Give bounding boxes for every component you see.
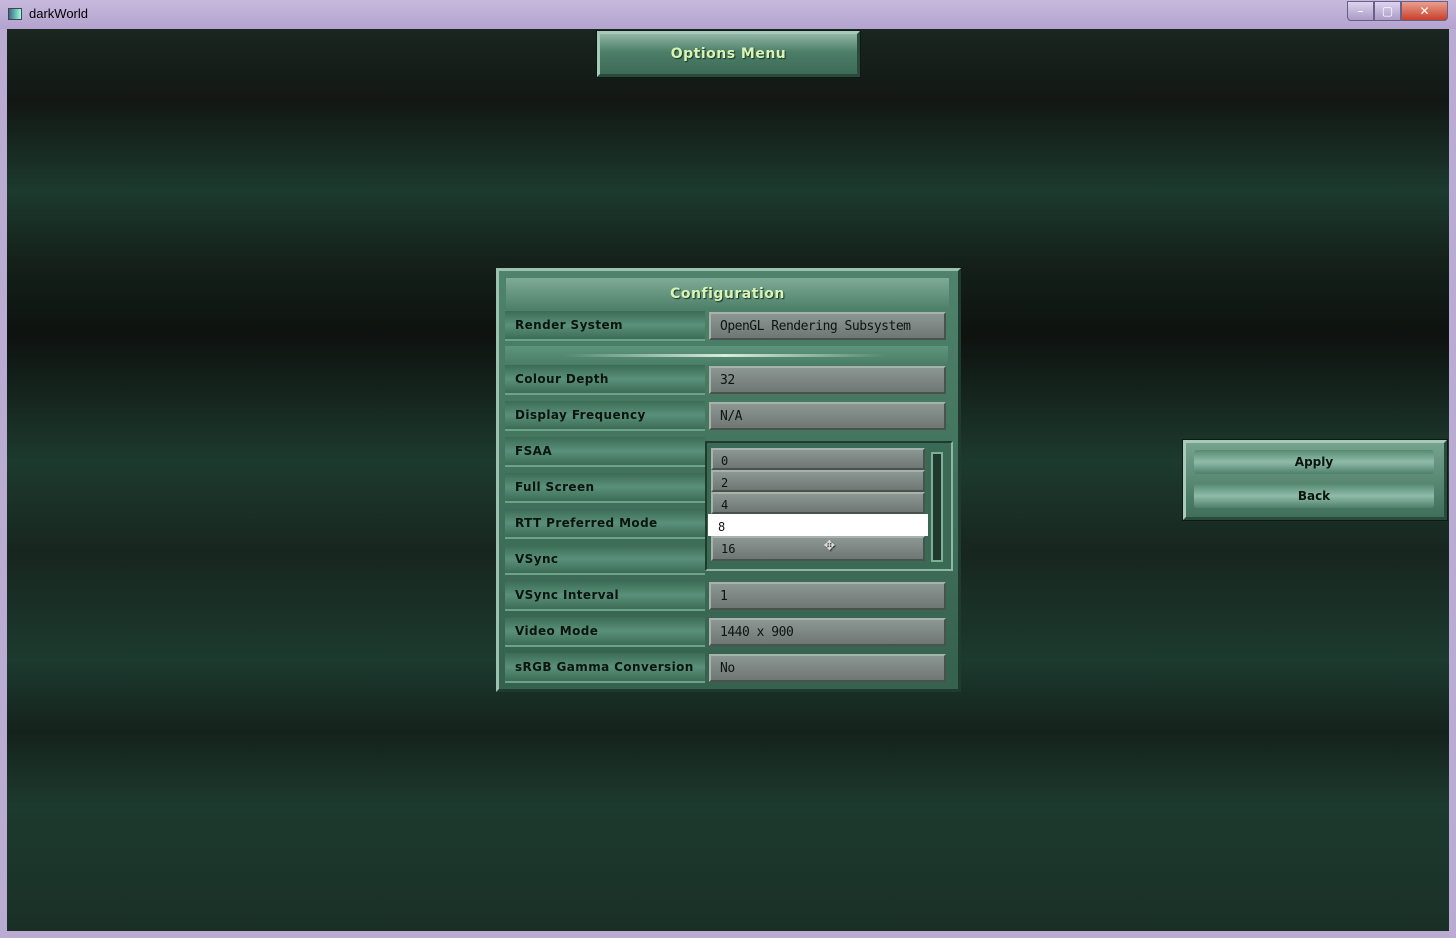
- colour-depth-label: Colour Depth: [505, 365, 705, 395]
- srgb-gamma-label: sRGB Gamma Conversion: [505, 653, 705, 683]
- fsaa-dropdown-list[interactable]: 0 2 4 8 16 ✥: [705, 441, 953, 571]
- separator: [505, 346, 948, 365]
- srgb-gamma-select[interactable]: No: [709, 654, 946, 682]
- action-button-panel: Apply Back: [1183, 440, 1447, 520]
- configuration-panel: Configuration Render System OpenGL Rende…: [496, 268, 961, 692]
- fsaa-option[interactable]: 4: [711, 492, 925, 514]
- full-screen-label: Full Screen: [505, 473, 705, 503]
- configuration-header: Configuration: [506, 278, 949, 310]
- separator-line: [565, 354, 885, 357]
- fsaa-option[interactable]: 2: [711, 470, 925, 492]
- fsaa-option-label: 16: [721, 542, 736, 556]
- close-button[interactable]: ✕: [1401, 1, 1448, 21]
- back-button[interactable]: Back: [1194, 484, 1434, 508]
- fsaa-option[interactable]: 0: [711, 448, 925, 470]
- render-system-label: Render System: [505, 311, 705, 341]
- maximize-button[interactable]: ▢: [1374, 1, 1401, 21]
- window-title: darkWorld: [29, 6, 89, 21]
- apply-button[interactable]: Apply: [1194, 450, 1434, 474]
- options-menu-title: Options Menu: [670, 46, 787, 62]
- rtt-preferred-mode-label: RTT Preferred Mode: [505, 509, 705, 539]
- fsaa-option-highlighted[interactable]: 8: [708, 514, 928, 536]
- configuration-title: Configuration: [670, 286, 785, 302]
- display-frequency-select[interactable]: N/A: [709, 402, 946, 430]
- fsaa-label: FSAA: [505, 437, 705, 467]
- vsync-interval-label: VSync Interval: [505, 581, 705, 611]
- display-frequency-label: Display Frequency: [505, 401, 705, 431]
- vsync-label: VSync: [505, 545, 705, 575]
- app-icon: [8, 8, 22, 20]
- colour-depth-select[interactable]: 32: [709, 366, 946, 394]
- video-mode-label: Video Mode: [505, 617, 705, 647]
- minimize-button[interactable]: –: [1347, 1, 1374, 21]
- vsync-interval-select[interactable]: 1: [709, 582, 946, 610]
- dropdown-scrollbar[interactable]: [931, 452, 943, 562]
- video-mode-select[interactable]: 1440 x 900: [709, 618, 946, 646]
- fsaa-option[interactable]: 16 ✥: [711, 534, 925, 561]
- render-system-select[interactable]: OpenGL Rendering Subsystem: [709, 312, 946, 340]
- options-menu-header: Options Menu: [597, 31, 860, 77]
- window-titlebar[interactable]: darkWorld – ▢ ✕: [0, 0, 1456, 29]
- mouse-cursor-icon: ✥: [824, 534, 835, 555]
